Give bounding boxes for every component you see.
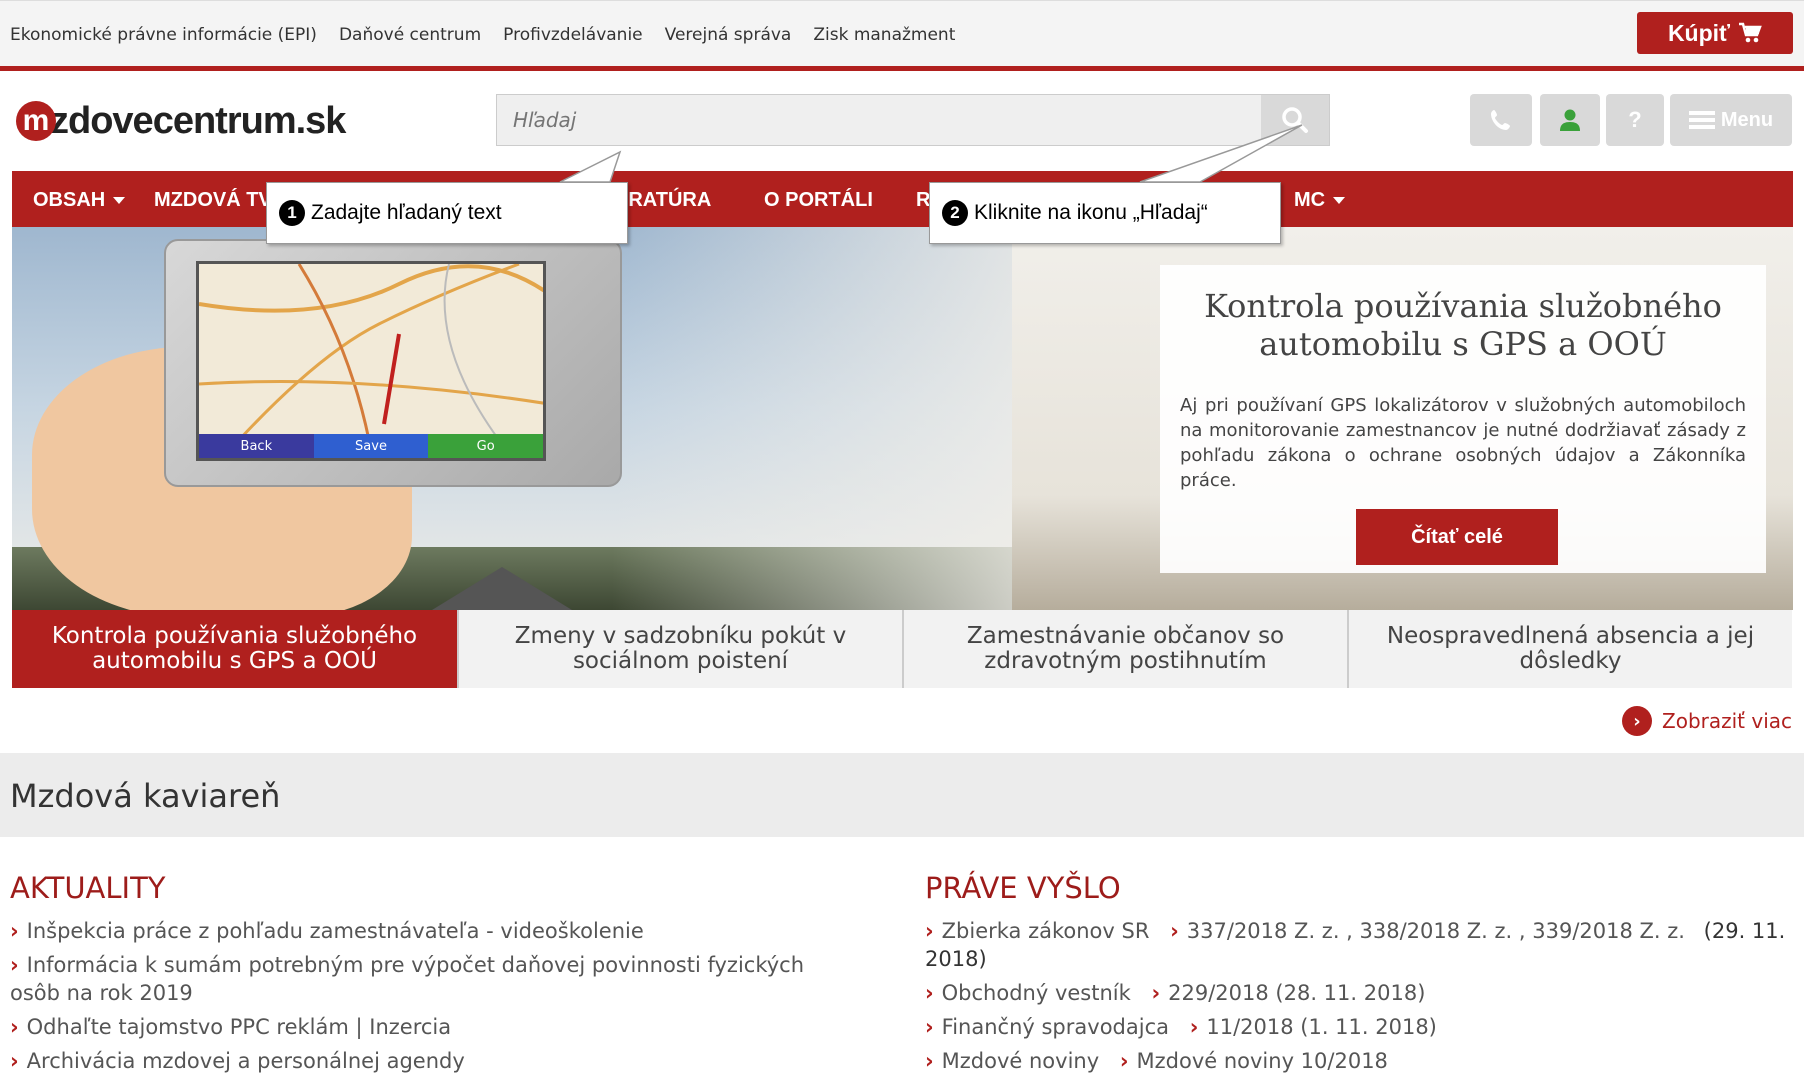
- show-more-label: Zobraziť viac: [1662, 709, 1793, 733]
- chevron-right-icon: ›: [1119, 1049, 1129, 1073]
- issue-link[interactable]: 11/2018 (1. 11. 2018): [1206, 1015, 1437, 1039]
- chevron-right-icon: ›: [10, 919, 19, 943]
- gps-map: Back Save Go: [196, 261, 546, 461]
- list-item[interactable]: › Odhaľte tajomstvo PPC reklám | Inzercia: [10, 1013, 850, 1041]
- gps-device-image: Back Save Go: [164, 239, 622, 487]
- device-back-button: Back: [199, 434, 314, 458]
- chevron-right-icon: ›: [1189, 1015, 1199, 1039]
- aktuality-title: AKTUALITY: [10, 871, 166, 905]
- show-more-link[interactable]: › Zobraziť viac: [1622, 706, 1792, 736]
- issue-link[interactable]: Mzdové noviny 10/2018: [1137, 1049, 1388, 1073]
- list-item: › Mzdové noviny › Mzdové noviny 10/2018: [925, 1047, 1795, 1075]
- list-item: › Zbierka zákonov SR › 337/2018 Z. z. , 33…: [925, 917, 1795, 973]
- hero-road: [432, 567, 572, 610]
- chevron-right-icon: ›: [1151, 981, 1161, 1005]
- issue-link[interactable]: 229/2018 (28. 11. 2018): [1168, 981, 1425, 1005]
- hero-tab-3[interactable]: Zamestnávanie občanov so zdravotným post…: [902, 610, 1347, 688]
- cafe-section-header: Mzdová kaviareň: [0, 753, 1804, 837]
- prave-vyslo-list: › Zbierka zákonov SR › 337/2018 Z. z. , 33…: [925, 917, 1795, 1081]
- promo-title: Kontrola používania služobného automobil…: [1204, 287, 1722, 363]
- chevron-right-icon: ›: [925, 1049, 934, 1073]
- news-link[interactable]: Informácia k sumám potrebným pre výpočet…: [10, 953, 804, 1005]
- device-go-button: Go: [428, 434, 543, 458]
- hero-promo: Kontrola používania služobného automobil…: [1160, 265, 1766, 573]
- list-item[interactable]: › Inšpekcia práce z pohľadu zamestnávateľ…: [10, 917, 850, 945]
- news-link[interactable]: Inšpekcia práce z pohľadu zamestnávateľa…: [27, 919, 644, 943]
- chevron-right-icon: ›: [10, 953, 19, 977]
- publication-link[interactable]: Mzdové noviny: [942, 1049, 1100, 1073]
- cafe-title: Mzdová kaviareň: [10, 777, 281, 815]
- news-link[interactable]: Odhaľte tajomstvo PPC reklám | Inzercia: [27, 1015, 451, 1039]
- issue-link[interactable]: 337/2018 Z. z. , 338/2018 Z. z. , 339/20…: [1187, 919, 1685, 943]
- read-more-button[interactable]: Čítať celé: [1356, 509, 1558, 565]
- list-item[interactable]: › Informácia k sumám potrebným pre výpoče…: [10, 951, 850, 1007]
- publication-link[interactable]: Zbierka zákonov SR: [942, 919, 1150, 943]
- news-link[interactable]: Archivácia mzdovej a personálnej agendy: [27, 1049, 465, 1073]
- publication-link[interactable]: Obchodný vestník: [942, 981, 1131, 1005]
- list-item: › Obchodný vestník › 229/2018 (28. 11. 201…: [925, 979, 1795, 1007]
- chevron-right-icon: ›: [10, 1015, 19, 1039]
- chevron-right-icon: ›: [925, 1015, 934, 1039]
- list-item: › Finančný spravodajca › 11/2018 (1. 11. 2…: [925, 1013, 1795, 1041]
- chevron-right-icon: ›: [1170, 919, 1179, 943]
- hero-banner: Back Save Go Kontrola používania služobn…: [12, 227, 1793, 610]
- chevron-right-icon: ›: [925, 919, 934, 943]
- hero-tab-4[interactable]: Neospravedlnená absencia a jej dôsledky: [1347, 610, 1792, 688]
- aktuality-list: › Inšpekcia práce z pohľadu zamestnávateľ…: [10, 917, 850, 1081]
- chevron-right-icon: ›: [925, 981, 934, 1005]
- chevron-right-icon: ›: [1622, 706, 1652, 736]
- hero-tabs: Kontrola používania služobného automobil…: [12, 610, 1793, 688]
- callout-pointers: [559, 124, 1303, 183]
- chevron-right-icon: ›: [10, 1049, 19, 1073]
- publication-link[interactable]: Finančný spravodajca: [942, 1015, 1169, 1039]
- map-roads: [199, 264, 543, 442]
- hero-tab-1[interactable]: Kontrola používania služobného automobil…: [12, 610, 457, 688]
- promo-text: Aj pri používaní GPS lokalizátorov v slu…: [1180, 395, 1746, 491]
- device-buttons: Back Save Go: [199, 434, 543, 458]
- device-save-button: Save: [313, 434, 429, 458]
- prave-vyslo-title: PRÁVE VYŠLO: [925, 871, 1121, 905]
- hero-tab-2[interactable]: Zmeny v sadzobníku pokút v sociálnom poi…: [457, 610, 902, 688]
- list-item[interactable]: › Archivácia mzdovej a personálnej agendy: [10, 1047, 850, 1075]
